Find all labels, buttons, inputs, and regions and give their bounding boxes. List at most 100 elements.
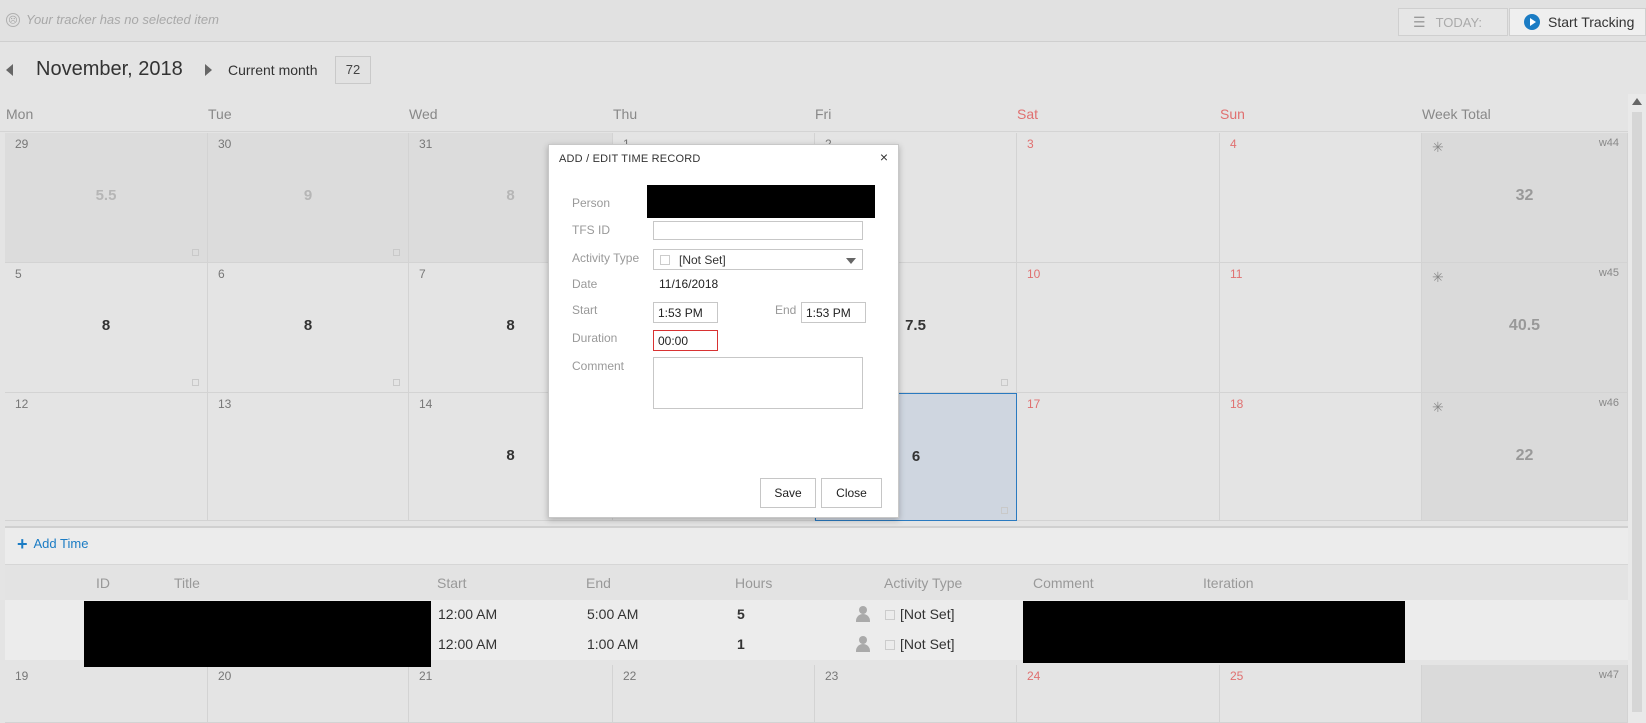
day-number: 14 bbox=[419, 397, 433, 411]
day-number: 31 bbox=[419, 137, 433, 151]
add-time-button[interactable]: + Add Time bbox=[17, 533, 89, 554]
day-cell[interactable]: 68 bbox=[208, 263, 409, 393]
day-number: 25 bbox=[1230, 669, 1244, 683]
day-cell[interactable]: 22 bbox=[613, 665, 815, 723]
start-time-input[interactable] bbox=[653, 302, 718, 323]
start-tracking-button[interactable]: Start Tracking bbox=[1509, 8, 1646, 36]
prev-month-icon[interactable] bbox=[6, 64, 13, 76]
day-cell[interactable]: 23 bbox=[815, 665, 1017, 723]
day-cell[interactable]: 11 bbox=[1220, 263, 1422, 393]
save-button[interactable]: Save bbox=[760, 478, 816, 508]
day-name: Fri bbox=[815, 106, 832, 122]
tracker-message: Your tracker has no selected item bbox=[26, 12, 219, 27]
month-title: November, 2018 bbox=[36, 58, 183, 80]
person-value-redacted bbox=[647, 185, 875, 218]
col-header[interactable]: Hours bbox=[735, 575, 772, 591]
col-header[interactable]: Activity Type bbox=[884, 575, 962, 591]
plus-icon: + bbox=[17, 533, 28, 554]
row-start: 12:00 AM bbox=[438, 636, 498, 652]
day-number: 6 bbox=[218, 267, 225, 281]
day-number: 17 bbox=[1027, 397, 1041, 411]
sad-face-icon: ☹ bbox=[6, 12, 20, 27]
resize-handle-icon bbox=[393, 249, 400, 256]
day-cell[interactable]: 3 bbox=[1017, 133, 1220, 263]
day-cell[interactable]: 24 bbox=[1017, 665, 1220, 723]
close-icon[interactable]: × bbox=[880, 149, 888, 165]
day-cell[interactable]: 19 bbox=[5, 665, 208, 723]
day-cell[interactable]: 10 bbox=[1017, 263, 1220, 393]
day-number: 22 bbox=[623, 669, 637, 683]
day-names-header: Mon Tue Wed Thu Fri Sat Sun Week Total bbox=[0, 96, 1628, 132]
day-hours: 5.5 bbox=[95, 187, 117, 204]
col-header[interactable]: ID bbox=[96, 575, 110, 591]
today-label: TODAY: bbox=[1435, 14, 1483, 30]
day-number: 4 bbox=[1230, 137, 1237, 151]
comment-textarea[interactable] bbox=[653, 357, 863, 409]
scrollbar[interactable] bbox=[1628, 94, 1646, 723]
day-cell[interactable]: 29 5.5 bbox=[5, 133, 208, 263]
scroll-thumb[interactable] bbox=[1632, 112, 1642, 712]
today-button[interactable]: ☰ TODAY: bbox=[1398, 8, 1508, 36]
spinner-icon: ✳ bbox=[1432, 399, 1444, 415]
col-header[interactable]: Title bbox=[174, 575, 200, 591]
week-total-cell[interactable]: w44 ✳ 32 bbox=[1422, 133, 1628, 263]
col-header[interactable]: Comment bbox=[1033, 575, 1094, 591]
checkbox-icon bbox=[885, 640, 895, 650]
details-table-header: ID Title Start End Hours Activity Type C… bbox=[5, 564, 1628, 600]
day-cell[interactable]: 20 bbox=[208, 665, 409, 723]
day-cell[interactable]: 30 9 bbox=[208, 133, 409, 263]
resize-handle-icon bbox=[192, 379, 199, 386]
row-hours: 1 bbox=[737, 636, 745, 652]
day-name: Mon bbox=[6, 106, 34, 122]
resize-handle-icon bbox=[1001, 379, 1008, 386]
month-hours-count: 72 bbox=[335, 56, 371, 84]
day-name: Thu bbox=[613, 106, 638, 122]
week-total-hours: 22 bbox=[1515, 447, 1534, 464]
end-time-input[interactable] bbox=[801, 302, 866, 323]
day-number: 24 bbox=[1027, 669, 1041, 683]
day-number: 18 bbox=[1230, 397, 1244, 411]
day-cell[interactable]: 13 bbox=[208, 393, 409, 521]
col-header[interactable]: End bbox=[586, 575, 611, 591]
duration-input[interactable] bbox=[653, 330, 718, 351]
end-label: End bbox=[775, 303, 797, 317]
resize-handle-icon bbox=[1001, 507, 1008, 514]
person-label: Person bbox=[572, 196, 611, 210]
week-total-cell[interactable]: w45 ✳ 40.5 bbox=[1422, 263, 1628, 393]
week-total-cell[interactable]: w46 ✳ 22 bbox=[1422, 393, 1628, 521]
col-header[interactable]: Iteration bbox=[1203, 575, 1254, 591]
day-number: 13 bbox=[218, 397, 232, 411]
day-cell[interactable]: 21 bbox=[409, 665, 613, 723]
dialog-title: ADD / EDIT TIME RECORD bbox=[559, 153, 701, 165]
activity-type-select[interactable]: [Not Set] bbox=[653, 249, 863, 270]
checkbox-icon bbox=[660, 254, 670, 265]
add-time-label: Add Time bbox=[33, 536, 89, 551]
scroll-up-icon[interactable] bbox=[1632, 98, 1642, 105]
day-number: 21 bbox=[419, 669, 433, 683]
day-number: 20 bbox=[218, 669, 232, 683]
tfs-id-input[interactable] bbox=[653, 221, 863, 240]
edit-time-record-dialog: ADD / EDIT TIME RECORD × Person TFS ID A… bbox=[548, 144, 899, 518]
day-hours: 8 bbox=[303, 317, 313, 334]
close-button[interactable]: Close bbox=[821, 478, 882, 508]
spinner-icon: ✳ bbox=[1432, 269, 1444, 285]
day-cell[interactable]: 58 bbox=[5, 263, 208, 393]
day-name: Sat bbox=[1017, 106, 1039, 122]
row-start: 12:00 AM bbox=[438, 606, 498, 622]
current-month-link[interactable]: Current month bbox=[228, 62, 317, 78]
next-month-icon[interactable] bbox=[205, 64, 212, 76]
week-total-cell[interactable]: w47 bbox=[1422, 665, 1628, 723]
row-activity-label: [Not Set] bbox=[900, 606, 955, 622]
day-cell[interactable]: 25 bbox=[1220, 665, 1422, 723]
week-total-hours: 32 bbox=[1515, 187, 1534, 204]
day-cell[interactable]: 17 bbox=[1017, 393, 1220, 521]
day-number: 10 bbox=[1027, 267, 1041, 281]
week-total-hours: 40.5 bbox=[1508, 317, 1541, 334]
week-number: w45 bbox=[1598, 267, 1619, 279]
person-icon bbox=[856, 636, 870, 652]
day-cell[interactable]: 4 bbox=[1220, 133, 1422, 263]
day-cell[interactable]: 12 bbox=[5, 393, 208, 521]
row-activity: [Not Set] bbox=[885, 636, 954, 652]
day-cell[interactable]: 18 bbox=[1220, 393, 1422, 521]
col-header[interactable]: Start bbox=[437, 575, 467, 591]
